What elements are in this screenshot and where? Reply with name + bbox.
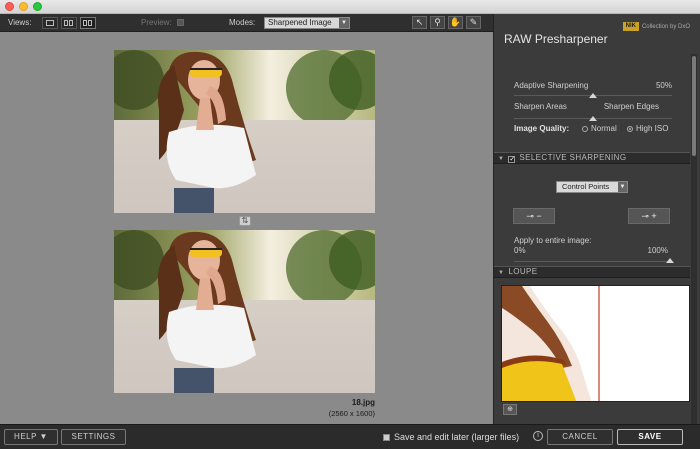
zoom-window-button[interactable] (33, 2, 42, 11)
remove-control-point-button[interactable]: ⊸ − (513, 208, 555, 224)
apply-entire-image-range: 0% 100% (514, 246, 672, 255)
radio-high-iso[interactable] (627, 126, 633, 132)
image-quality-label: Image Quality: (514, 124, 570, 133)
modes-label: Modes: (229, 18, 256, 27)
filter-title: RAW Presharpener (504, 32, 608, 46)
bottom-bar: HELP ▼ SETTINGS Save and edit later (lar… (0, 424, 700, 449)
image-filename: 18.jpg (351, 398, 375, 407)
collapse-triangle-icon: ▼ (498, 156, 505, 162)
sharpen-areas-edges-slider-thumb[interactable] (589, 116, 597, 121)
apply-entire-image-label: Apply to entire image: (514, 236, 592, 245)
split-view-button[interactable] (61, 17, 77, 29)
save-edit-later-option[interactable]: Save and edit later (larger files) (383, 432, 519, 442)
sync-views-button[interactable]: ⇅ (239, 216, 251, 226)
single-view-icon (46, 20, 54, 26)
adaptive-sharpening-row: Adaptive Sharpening 50% (514, 81, 672, 90)
eyedropper-tool-button[interactable]: ✎ (466, 16, 481, 29)
photo-woman-sunglasses-sharpened (114, 230, 375, 393)
save-button[interactable]: SAVE (617, 429, 683, 445)
save-later-label: Save and edit later (larger files) (394, 432, 520, 442)
panel-scrollbar-thumb[interactable] (692, 56, 696, 156)
nik-collection-logo: NIK Collection by DxO (622, 22, 690, 31)
apply-max-label: 100% (647, 246, 668, 255)
minimize-window-button[interactable] (19, 2, 28, 11)
info-icon[interactable]: i (533, 431, 543, 441)
pin-icon: ⊕ (507, 406, 513, 413)
control-point-minus-icon: ⊸ − (526, 211, 542, 221)
cancel-button[interactable]: CANCEL (547, 429, 613, 445)
preview-label: Preview: (141, 18, 172, 27)
help-button[interactable]: HELP ▼ (4, 429, 58, 445)
loupe-zoomed-image (502, 286, 689, 401)
sharpen-areas-label: Sharpen Areas (514, 102, 567, 111)
selective-sharpening-title: SELECTIVE SHARPENING (519, 153, 627, 162)
close-window-button[interactable] (5, 2, 14, 11)
radio-normal[interactable] (582, 126, 588, 132)
image-dimensions: (2560 x 1600) (328, 409, 375, 418)
adaptive-sharpening-label: Adaptive Sharpening (514, 81, 589, 90)
loupe-preview[interactable] (501, 285, 690, 402)
sharpened-photo[interactable] (114, 230, 375, 393)
add-control-point-button[interactable]: ⊸ + (628, 208, 670, 224)
window-title-bar (0, 0, 700, 14)
hand-icon: ✋ (449, 17, 462, 27)
mode-select-value: Sharpened Image (268, 18, 332, 27)
photo-woman-sunglasses (114, 50, 375, 213)
image-canvas[interactable]: ⇅ 18.jpg (2560 x 1600) (0, 32, 493, 424)
mode-select[interactable]: Sharpened Image ▼ (264, 17, 350, 29)
image-quality-row: Image Quality: Normal High ISO (514, 124, 672, 133)
control-points-select[interactable]: Control Points ▼ (556, 181, 628, 193)
apply-entire-image-slider[interactable] (514, 261, 672, 262)
apply-min-label: 0% (514, 246, 526, 255)
preview-checkbox[interactable] (177, 19, 184, 26)
loupe-title: LOUPE (508, 267, 538, 276)
views-label: Views: (8, 18, 32, 27)
selective-sharpening-header[interactable]: ▼ ✓ SELECTIVE SHARPENING (494, 152, 690, 164)
sharpen-areas-edges-row: Sharpen Areas Sharpen Edges (514, 102, 672, 111)
split-view-icon (64, 20, 68, 26)
control-point-plus-icon: ⊸ + (641, 211, 657, 221)
single-view-button[interactable] (42, 17, 58, 29)
loupe-section: ▼ LOUPE (494, 266, 690, 278)
sync-icon: ⇅ (241, 216, 249, 225)
zoom-icon: ⚲ (434, 17, 441, 27)
zoom-tool-button[interactable]: ⚲ (430, 16, 445, 29)
quality-normal-option[interactable]: Normal (582, 124, 617, 133)
filter-panel: NIK Collection by DxO RAW Presharpener A… (493, 14, 700, 424)
eyedropper-icon: ✎ (469, 17, 478, 27)
settings-button[interactable]: SETTINGS (61, 429, 126, 445)
control-points-value: Control Points (562, 182, 610, 191)
hand-tool-button[interactable]: ✋ (448, 16, 463, 29)
pointer-icon: ↖ (415, 17, 424, 27)
apply-entire-image-slider-thumb[interactable] (666, 258, 674, 263)
collection-by-dxo-text: Collection by DxO (641, 23, 690, 30)
loupe-pin-button[interactable]: ⊕ (503, 404, 517, 415)
collapse-triangle-icon: ▼ (498, 270, 505, 276)
side-by-side-view-button[interactable] (80, 17, 96, 29)
selective-sharpening-section: ▼ ✓ SELECTIVE SHARPENING (494, 152, 690, 164)
side-by-side-view-icon (83, 20, 87, 26)
loupe-header[interactable]: ▼ LOUPE (494, 266, 690, 278)
chevron-down-icon: ▼ (339, 18, 349, 28)
chevron-down-icon: ▼ (618, 182, 627, 192)
top-toolbar: Views: Preview: Modes: Sharpened Image ▼… (0, 14, 493, 32)
original-photo[interactable] (114, 50, 375, 213)
nik-logo-badge: NIK (622, 22, 639, 31)
save-later-checkbox[interactable] (383, 434, 390, 441)
pointer-tool-button[interactable]: ↖ (412, 16, 427, 29)
quality-high-iso-option[interactable]: High ISO (627, 124, 668, 133)
sharpen-edges-label: Sharpen Edges (603, 102, 659, 111)
selective-sharpening-checkbox[interactable]: ✓ (508, 156, 516, 163)
adaptive-sharpening-value: 50% (655, 81, 672, 90)
adaptive-sharpening-slider-thumb[interactable] (589, 93, 597, 98)
